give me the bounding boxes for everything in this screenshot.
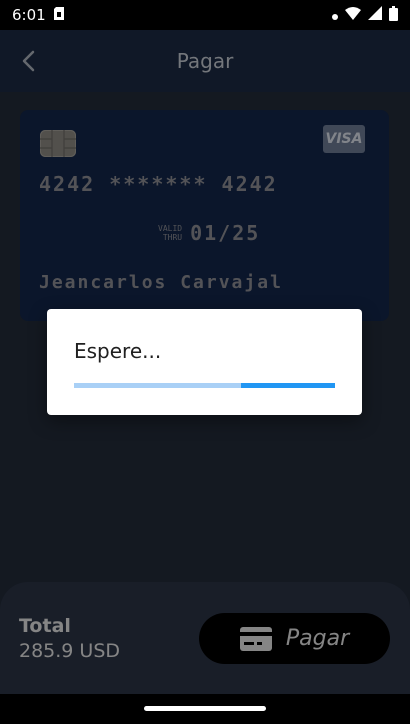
home-gesture-handle[interactable]: [144, 706, 266, 711]
cell-signal-icon: [368, 6, 382, 24]
system-nav-bar: [0, 694, 410, 724]
status-bar: 6:01: [0, 0, 410, 30]
progress-bar-fill: [241, 383, 335, 388]
progress-bar: [74, 383, 335, 388]
notification-dot-icon: [332, 6, 338, 24]
loading-dialog: Espere...: [47, 309, 362, 415]
sim-card-icon: [53, 6, 64, 24]
loading-message: Espere...: [74, 339, 162, 363]
battery-icon: [389, 5, 398, 25]
status-time: 6:01: [12, 6, 46, 24]
wifi-icon: [345, 6, 361, 24]
